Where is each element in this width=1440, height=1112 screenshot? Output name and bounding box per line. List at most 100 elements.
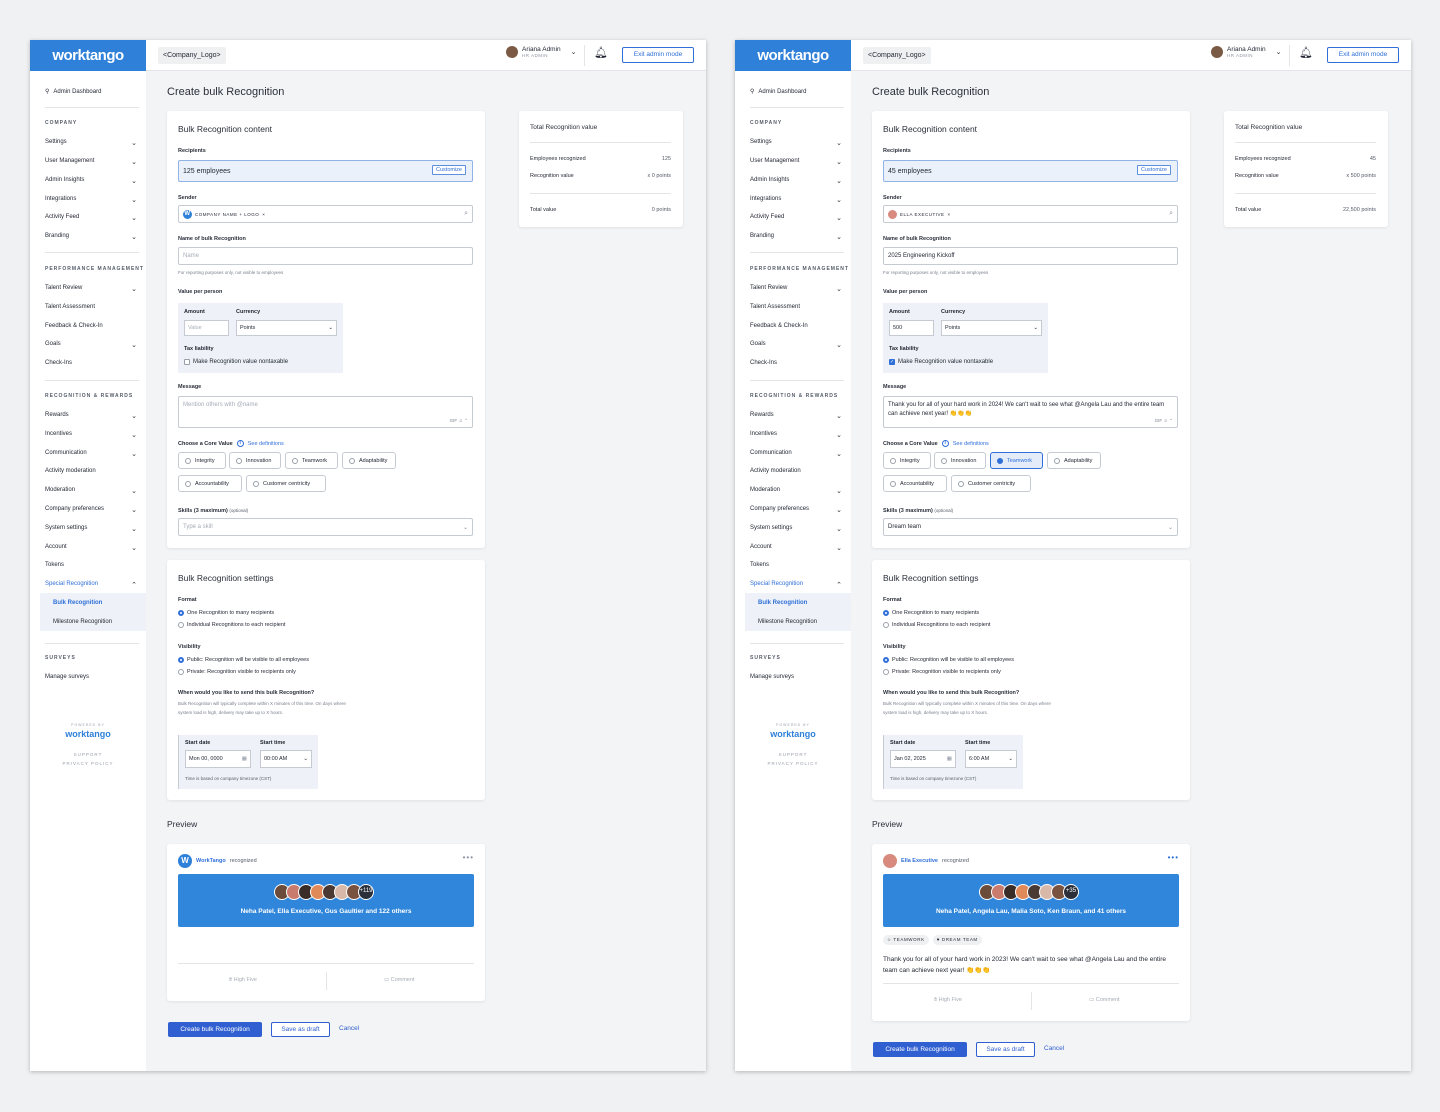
sidebar-item-moderation[interactable]: Moderation ⌄ [45,487,137,495]
sidebar-item-goals[interactable]: Goals ⌄ [750,341,842,349]
nontaxable-checkbox[interactable]: Make Recognition value nontaxable [184,359,288,365]
core-value-option[interactable]: Accountability [178,475,242,492]
more-options-icon[interactable]: ••• [1168,853,1179,862]
preview-sender[interactable]: Ella Executive [901,858,938,864]
emoji-gif-icon[interactable]: GIF ☺ ⌃ [1155,416,1173,425]
sidebar-item-check-ins[interactable]: Check-Ins [750,360,842,366]
sidebar-item-rewards[interactable]: Rewards ⌄ [750,412,842,420]
visibility-option-public[interactable]: Public: Recognition will be visible to a… [178,657,309,663]
high-five-button[interactable]: ✋︎ High Five [934,997,962,1004]
start-date-field[interactable]: Jan 02, 2025 ▦ [890,750,956,768]
sidebar-item-branding[interactable]: Branding ⌄ [45,233,137,241]
name-field[interactable]: Name [178,247,473,265]
sidebar-item-milestone-recognition[interactable]: Milestone Recognition [758,619,817,625]
create-bulk-recognition-button[interactable]: Create bulk Recognition [873,1042,967,1057]
core-value-option[interactable]: Teamwork [285,452,338,469]
radio-button[interactable] [883,657,889,663]
amount-field[interactable]: Value [184,320,229,336]
core-value-option[interactable]: Accountability [883,475,947,492]
customize-button[interactable]: Customize [1137,165,1171,175]
format-option-individual[interactable]: Individual Recognitions to each recipien… [178,622,285,628]
checkbox[interactable]: ✓ [889,359,895,365]
radio-button[interactable] [178,610,184,616]
start-time-select[interactable]: 6:00 AM ⌄ [965,750,1017,768]
see-definitions-link[interactable]: See definitions [248,441,284,447]
sidebar-item-integrations[interactable]: Integrations ⌄ [45,196,137,204]
sidebar-item-talent-assessment[interactable]: Talent Assessment [750,304,842,310]
sidebar-item-incentives[interactable]: Incentives ⌄ [45,431,137,439]
sidebar-item-activity-moderation[interactable]: Activity moderation [750,468,842,474]
core-value-option[interactable]: Integrity [178,452,226,469]
currency-select[interactable]: Points ⌄ [236,320,337,336]
radio-button[interactable] [236,457,242,464]
core-value-option[interactable]: Innovation [934,452,986,469]
sidebar-item-branding[interactable]: Branding ⌄ [750,233,842,241]
sidebar-item-manage-surveys[interactable]: Manage surveys [750,674,842,680]
core-value-option[interactable]: Adaptability [342,452,396,469]
support-link[interactable]: SUPPORT [30,752,146,757]
sidebar-item-tokens[interactable]: Tokens [45,562,137,568]
sidebar-item-bulk-recognition[interactable]: Bulk Recognition [758,600,807,606]
visibility-option-private[interactable]: Private: Recognition visible to recipien… [883,669,1001,675]
sidebar-item-talent-assessment[interactable]: Talent Assessment [45,304,137,310]
radio-button[interactable] [941,457,947,464]
comment-button[interactable]: ▭ Comment [384,977,415,983]
preview-sender[interactable]: WorkTango [196,858,226,864]
sidebar-item-system-settings[interactable]: System settings ⌄ [750,525,842,533]
sidebar-item-account[interactable]: Account ⌄ [750,544,842,552]
user-menu[interactable]: Ariana Admin HR ADMIN ⌄ [1211,46,1282,58]
sidebar-item-communication[interactable]: Communication ⌄ [750,450,842,458]
sidebar-item-activity-feed[interactable]: Activity Feed ⌄ [750,214,842,222]
sidebar-item-settings[interactable]: Settings ⌄ [45,139,137,147]
sidebar-item-communication[interactable]: Communication ⌄ [45,450,137,458]
start-date-field[interactable]: Mon 00, 0000 ▦ [185,750,251,768]
sidebar-item-company-preferences[interactable]: Company preferences ⌄ [45,506,137,514]
sender-field[interactable]: ELLA EXECUTIVE × ⌕ [883,205,1178,223]
sidebar-item-bulk-recognition[interactable]: Bulk Recognition [53,600,102,606]
sidebar-item-user-management[interactable]: User Management ⌄ [45,158,137,166]
radio-button[interactable] [890,457,896,464]
close-icon[interactable]: × [948,212,951,217]
bell-icon[interactable]: 🔔︎ [594,48,608,59]
brand-logo[interactable]: worktango [735,40,851,71]
user-menu[interactable]: Ariana Admin HR ADMIN ⌄ [506,46,577,58]
radio-button[interactable] [958,480,964,487]
radio-button[interactable] [997,457,1003,464]
calendar-icon[interactable]: ▦ [242,756,247,762]
exit-admin-button[interactable]: Exit admin mode [622,47,694,63]
sidebar-item-moderation[interactable]: Moderation ⌄ [750,487,842,495]
core-value-option[interactable]: Innovation [229,452,281,469]
radio-button[interactable] [292,457,298,464]
radio-button[interactable] [178,657,184,663]
cancel-link[interactable]: Cancel [1044,1045,1064,1052]
core-value-option[interactable]: Integrity [883,452,931,469]
amount-field[interactable]: 500 [889,320,934,336]
format-option-one[interactable]: One Recognition to many recipients [883,610,979,616]
privacy-link[interactable]: PRIVACY POLICY [30,761,146,766]
message-field[interactable]: Thank you for all of your hard work in 2… [883,396,1178,428]
sidebar-item-system-settings[interactable]: System settings ⌄ [45,525,137,533]
sidebar-item-talent-review[interactable]: Talent Review ⌄ [750,285,842,293]
core-value-option[interactable]: Customer centricity [951,475,1031,492]
sidebar-item-special-recognition[interactable]: Special Recognition ⌃ [45,581,137,589]
start-time-select[interactable]: 00:00 AM ⌄ [260,750,312,768]
skills-select[interactable]: Dream team ⌄ [883,518,1178,536]
sidebar-item-feedback[interactable]: Feedback & Check-In [750,323,842,329]
sidebar-item-milestone-recognition[interactable]: Milestone Recognition [53,619,112,625]
radio-button[interactable] [185,457,191,464]
customize-button[interactable]: Customize [432,165,466,175]
sidebar-item-goals[interactable]: Goals ⌄ [45,341,137,349]
name-field[interactable]: 2025 Engineering Kickoff [883,247,1178,265]
core-value-option[interactable]: Teamwork [990,452,1043,469]
sidebar-item-integrations[interactable]: Integrations ⌄ [750,196,842,204]
radio-button[interactable] [253,480,259,487]
see-definitions-link[interactable]: See definitions [953,441,989,447]
sidebar-item-incentives[interactable]: Incentives ⌄ [750,431,842,439]
radio-button[interactable] [178,669,184,675]
calendar-icon[interactable]: ▦ [947,756,952,762]
radio-button[interactable] [883,610,889,616]
recipients-field[interactable]: 125 employees Customize [178,160,473,182]
sidebar-item-special-recognition[interactable]: Special Recognition ⌃ [750,581,842,589]
currency-select[interactable]: Points ⌄ [941,320,1042,336]
save-draft-button[interactable]: Save as draft [976,1042,1035,1057]
